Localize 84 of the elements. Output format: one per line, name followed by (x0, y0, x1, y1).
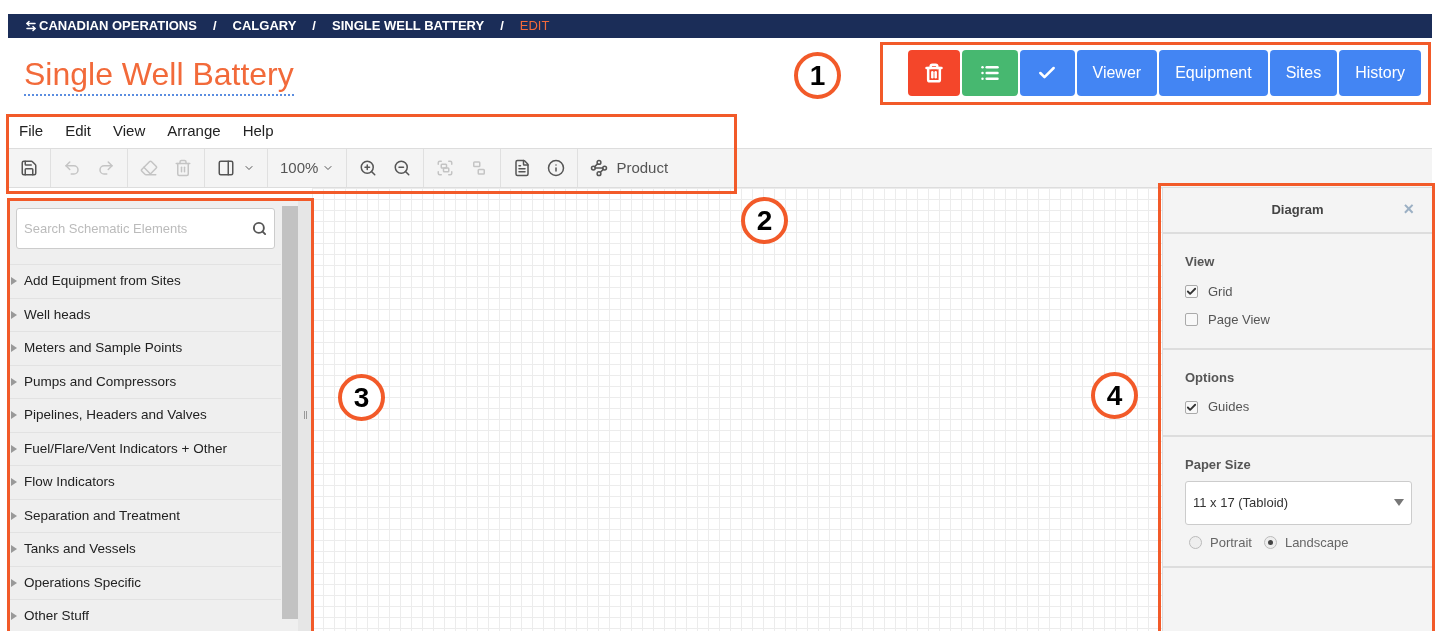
breadcrumb-separator: / (212, 17, 217, 36)
menu-item[interactable]: Arrange (167, 120, 221, 143)
annotation-number: 2 (741, 197, 788, 244)
checkbox-label: Grid (1208, 282, 1233, 301)
breadcrumb-separator: / (312, 17, 316, 36)
section-title: Paper Size (1185, 456, 1252, 474)
radio-button[interactable] (1189, 535, 1202, 549)
eraser-icon (140, 159, 158, 177)
library-category[interactable]: Flow Indicators (8, 466, 281, 500)
checkbox[interactable] (1185, 285, 1198, 298)
connector-icon (590, 159, 609, 177)
breadcrumb-separator: / (500, 17, 504, 36)
checkbox-label: Page View (1208, 310, 1270, 329)
annotation-number: 1 (794, 52, 841, 99)
search-field[interactable]: Search Schematic Elements (16, 208, 275, 249)
expand-caret-icon (11, 377, 17, 386)
delete-button[interactable] (907, 50, 960, 96)
annotation-number: 4 (1091, 372, 1138, 419)
expand-caret-icon (11, 612, 17, 621)
group-icon (436, 159, 455, 177)
checkbox-label: Guides (1208, 398, 1250, 417)
action-button[interactable]: Viewer (1076, 50, 1158, 96)
list-button[interactable] (961, 50, 1018, 96)
library-category[interactable]: Separation and Treatment (8, 499, 281, 533)
trash-icon (923, 63, 944, 83)
panel-icon (217, 159, 235, 177)
check-icon (1186, 286, 1197, 297)
zoom-dropdown[interactable]: 100% (272, 156, 343, 180)
dropdown-arrow-icon (1394, 499, 1404, 506)
zoom-out-icon (393, 159, 412, 177)
swap-icon[interactable] (25, 20, 37, 32)
paper-size-select[interactable]: 11 x 17 (Tabloid) (1185, 480, 1412, 525)
info-icon (547, 159, 566, 177)
expand-caret-icon (11, 511, 17, 520)
expand-caret-icon (11, 277, 17, 286)
radio-label: Portrait (1210, 533, 1252, 552)
library-category[interactable]: Tanks and Vessels (8, 533, 281, 567)
trash-icon (174, 159, 192, 177)
expand-caret-icon (11, 478, 17, 487)
section-title: View (1185, 253, 1216, 271)
action-button[interactable]: Sites (1269, 50, 1338, 96)
library-category[interactable]: Operations Specific (8, 566, 281, 600)
panel-title: Diagram (1271, 201, 1324, 220)
library-category[interactable]: Other Stuff (8, 600, 281, 631)
radio-button[interactable] (1263, 535, 1277, 549)
splitter-handle-icon[interactable] (303, 410, 307, 419)
checkbox[interactable] (1185, 400, 1198, 414)
menu-item[interactable]: Edit (65, 120, 92, 143)
list-icon (979, 63, 1000, 83)
breadcrumb-link[interactable]: CANADIAN OPERATIONS (39, 16, 197, 36)
library-category[interactable]: Add Equipment from Sites (8, 265, 281, 299)
library-category[interactable]: Fuel/Flare/Vent Indicators + Other (8, 432, 281, 466)
expand-caret-icon (11, 310, 17, 319)
expand-caret-icon (11, 411, 17, 420)
library-category[interactable]: Meters and Sample Points (8, 332, 281, 366)
action-button[interactable]: History (1339, 50, 1421, 96)
search-icon (252, 221, 267, 236)
confirm-button[interactable] (1019, 50, 1075, 96)
scrollbar[interactable] (282, 206, 298, 619)
expand-caret-icon (11, 578, 17, 587)
action-button[interactable]: Equipment (1159, 50, 1268, 96)
library-category[interactable]: Pumps and Compressors (8, 365, 281, 399)
menu-item[interactable]: File (19, 120, 44, 143)
library-category[interactable]: Pipelines, Headers and Valves (8, 399, 281, 433)
check-icon (1186, 401, 1197, 413)
expand-caret-icon (11, 344, 17, 353)
checkbox[interactable] (1185, 313, 1198, 326)
connector-button[interactable]: Product (582, 156, 677, 180)
breadcrumb-link[interactable]: CALGARY (232, 16, 297, 36)
redo-icon (97, 159, 115, 177)
menu-item[interactable]: Help (242, 120, 274, 143)
annotation-number: 3 (338, 374, 385, 421)
save-icon (20, 159, 38, 177)
breadcrumb-link[interactable]: EDIT (519, 16, 550, 36)
menu-item[interactable]: View (113, 120, 146, 143)
breadcrumb-link[interactable]: SINGLE WELL BATTERY (332, 16, 485, 36)
radio-label: Landscape (1284, 533, 1349, 552)
section-title: Options (1185, 368, 1236, 387)
pdf-file-icon (513, 159, 532, 177)
zoom-in-icon (359, 159, 378, 177)
expand-caret-icon (11, 545, 17, 554)
expand-caret-icon (11, 444, 17, 453)
library-category[interactable]: Well heads (8, 298, 281, 332)
undo-icon (63, 159, 81, 177)
